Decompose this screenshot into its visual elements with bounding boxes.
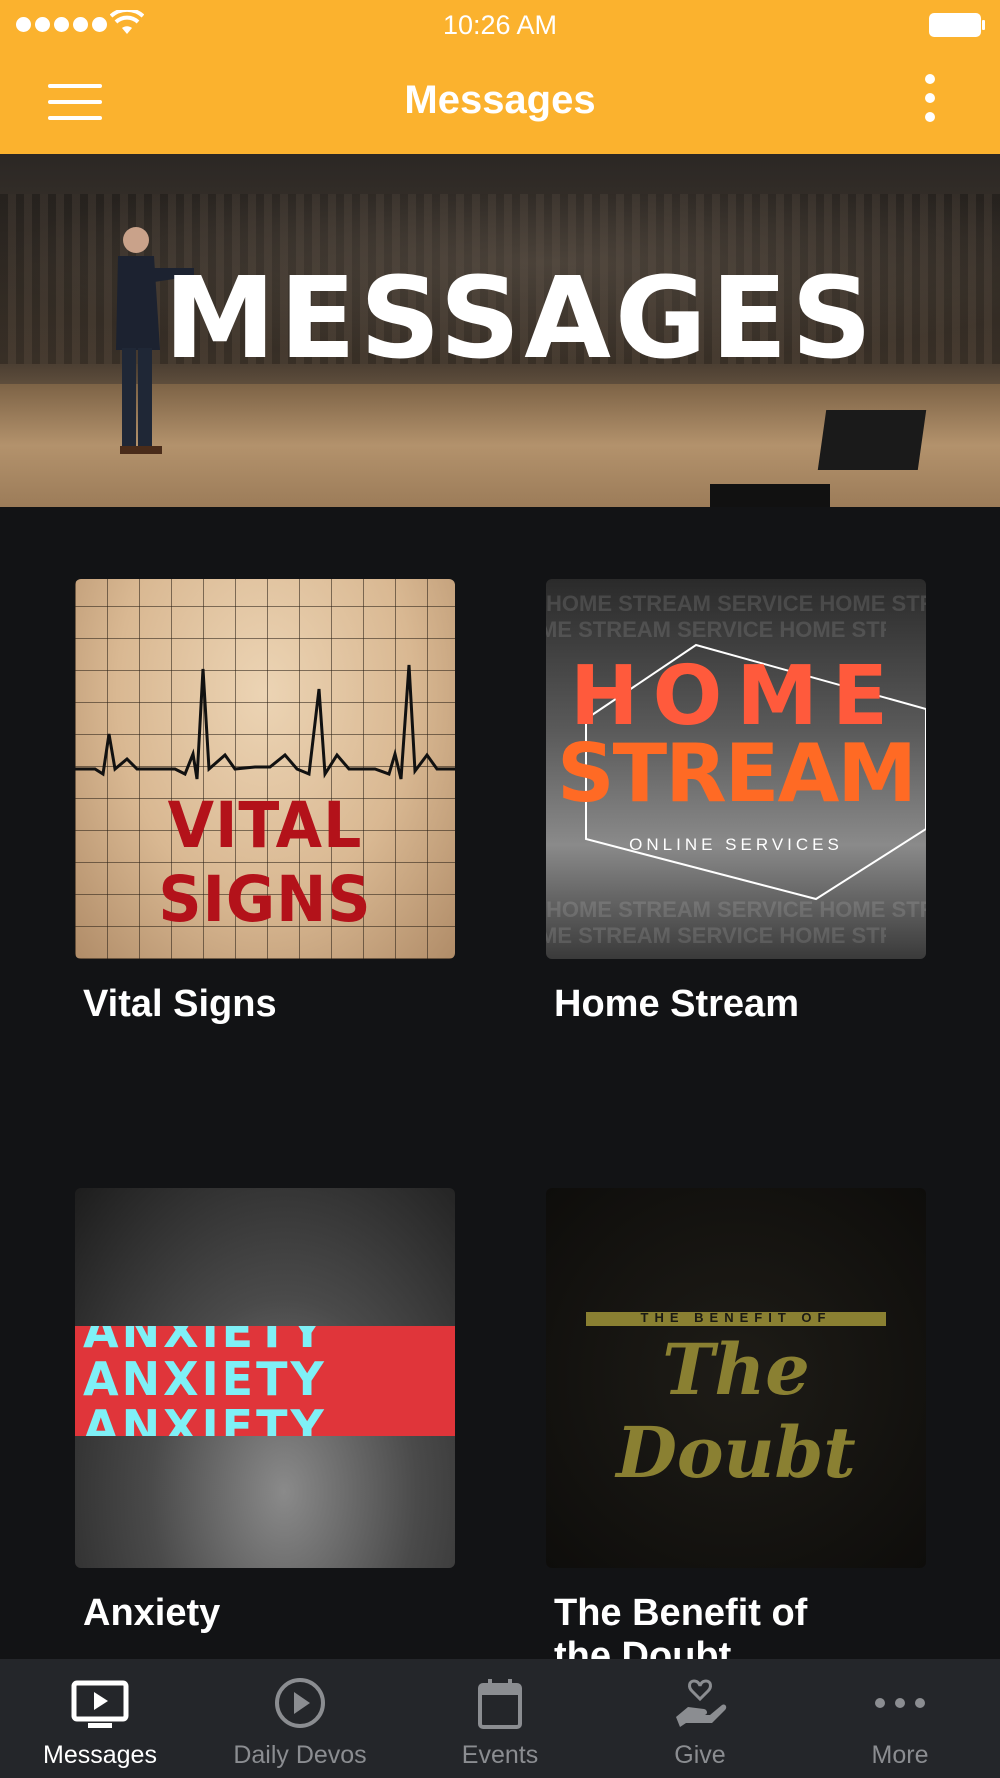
- series-thumbnail: HOME STREAM SERVICE HOME STREAM SERVICE …: [546, 579, 926, 959]
- series-card-vital-signs[interactable]: VITAL SIGNS Vital Signs: [75, 579, 455, 1026]
- tv-play-icon: [71, 1680, 129, 1728]
- tab-more[interactable]: More: [800, 1659, 1000, 1778]
- overflow-menu-icon[interactable]: [920, 74, 940, 130]
- tab-daily-devos[interactable]: Daily Devos: [200, 1659, 400, 1778]
- tab-label: Messages: [43, 1741, 157, 1769]
- calendar-icon: [478, 1679, 522, 1729]
- bottom-tab-bar: Messages Daily Devos Events Give More: [0, 1659, 1000, 1778]
- page-title: Messages: [404, 78, 596, 122]
- series-art-subtitle: ONLINE SERVICES: [629, 835, 843, 854]
- tab-label: More: [871, 1741, 929, 1769]
- more-dots-icon: [875, 1698, 925, 1708]
- series-title: Vital Signs: [83, 983, 277, 1025]
- tab-events[interactable]: Events: [400, 1659, 600, 1778]
- series-art-line2: STREAM: [557, 727, 917, 820]
- series-art-band: ANXIETY ANXIETY ANXIETY: [75, 1326, 455, 1436]
- series-title: Home Stream: [554, 983, 799, 1025]
- series-art-text: VITAL SIGNS: [158, 789, 372, 937]
- top-bar: 10:26 AM Messages: [0, 0, 1000, 154]
- series-thumbnail: VITAL SIGNS: [75, 579, 455, 959]
- series-card-benefit-of-the-doubt[interactable]: THE BENEFIT OF The Doubt The Benefit of …: [546, 1188, 926, 1659]
- stage-equipment-image: [710, 484, 830, 507]
- status-time: 10:26 AM: [442, 10, 558, 40]
- tab-label: Daily Devos: [233, 1741, 367, 1769]
- hand-heart-icon: [676, 1679, 727, 1727]
- series-art-text: The Doubt: [616, 1328, 856, 1494]
- series-title: The Benefit of the Doubt: [554, 1592, 808, 1659]
- tab-give[interactable]: Give: [600, 1659, 800, 1778]
- series-art-text: ANXIETY: [83, 1352, 327, 1406]
- tab-label: Events: [461, 1741, 539, 1769]
- series-art-text: ANXIETY: [83, 1400, 327, 1436]
- stage-monitor-image: [817, 410, 927, 470]
- series-title: Anxiety: [83, 1592, 221, 1634]
- series-card-anxiety[interactable]: ANXIETY ANXIETY ANXIETY Anxiety: [75, 1188, 455, 1635]
- tab-messages[interactable]: Messages: [0, 1659, 200, 1778]
- series-thumbnail: THE BENEFIT OF The Doubt: [546, 1188, 926, 1568]
- play-circle-icon: [275, 1678, 325, 1728]
- tab-label: Give: [674, 1741, 726, 1769]
- hero-title: MESSAGES: [163, 254, 877, 384]
- series-art-top-text: THE BENEFIT OF: [640, 1310, 832, 1325]
- battery-icon: [929, 13, 985, 37]
- series-grid: VITAL SIGNS Vital Signs HOME STREAM SERV…: [0, 507, 1000, 1659]
- status-bar: 10:26 AM: [0, 0, 1000, 50]
- hero-banner: MESSAGES: [0, 154, 1000, 507]
- series-card-home-stream[interactable]: HOME STREAM SERVICE HOME STREAM SERVICE …: [546, 579, 926, 1026]
- app-bar: Messages: [0, 50, 1000, 154]
- series-thumbnail: ANXIETY ANXIETY ANXIETY: [75, 1188, 455, 1568]
